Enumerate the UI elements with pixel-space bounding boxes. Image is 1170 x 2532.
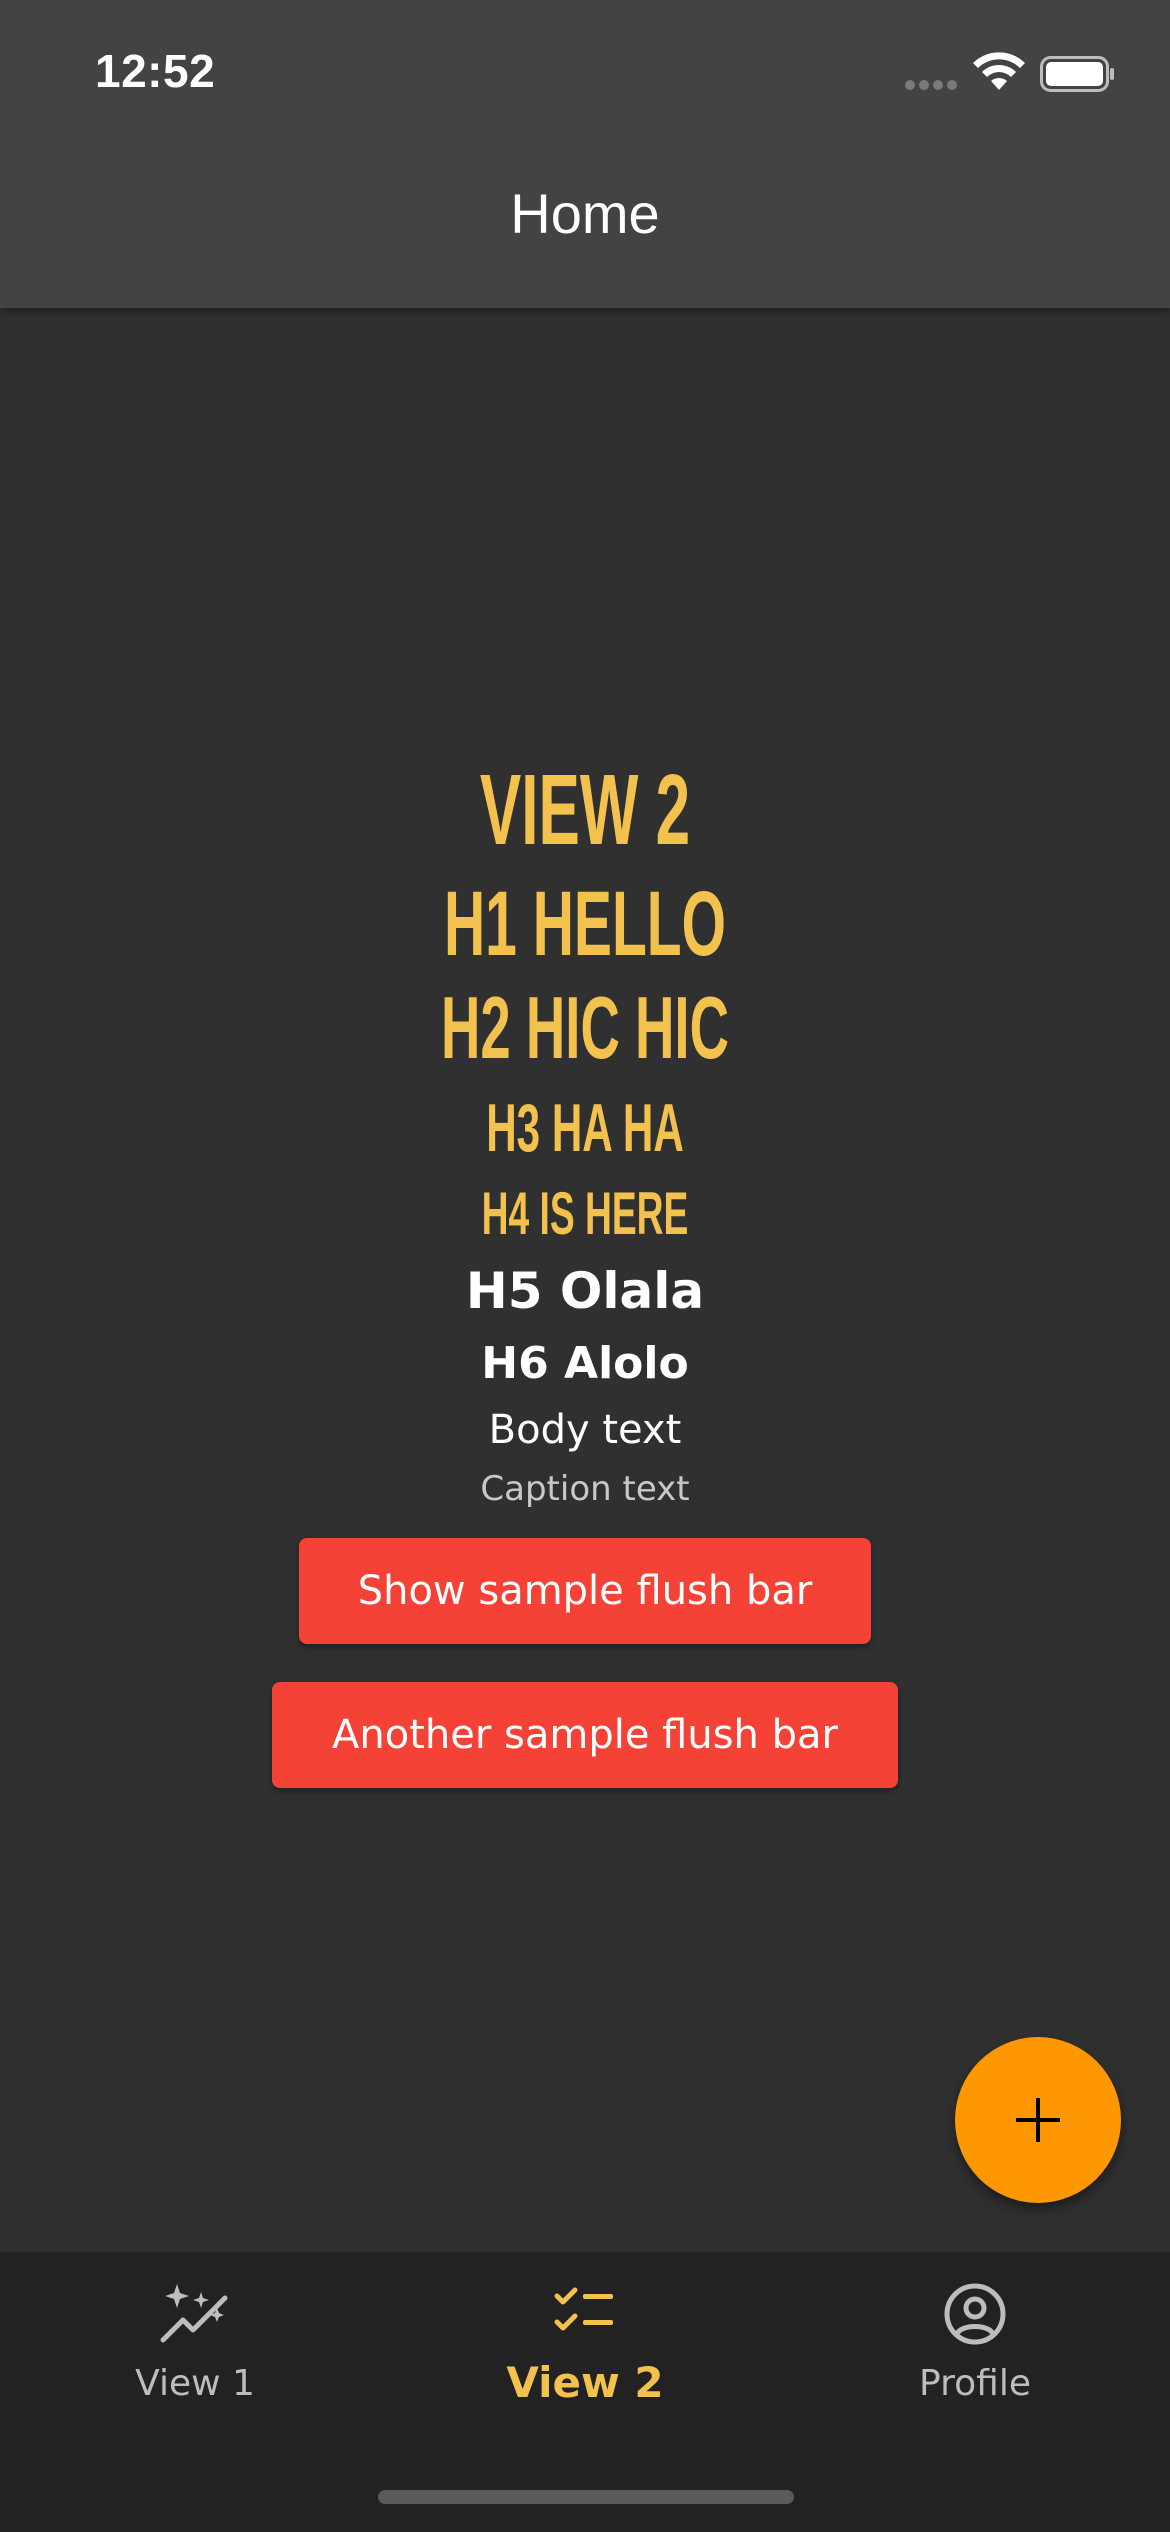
battery-icon bbox=[1040, 56, 1114, 92]
nav-label-view-2: View 2 bbox=[506, 2358, 664, 2407]
account-circle-icon bbox=[944, 2283, 1006, 2345]
typography-showcase: VIEW 2 H1 HELLO H2 HIC HIC H3 HA HA H4 I… bbox=[0, 760, 1170, 1506]
wifi-icon bbox=[973, 52, 1025, 90]
status-time: 12:52 bbox=[95, 45, 216, 97]
nav-item-view-2[interactable]: View 2 bbox=[390, 2252, 780, 2452]
page-title: Home bbox=[510, 182, 660, 245]
caption-text: Caption text bbox=[480, 1469, 690, 1509]
another-sample-flush-bar-button[interactable]: Another sample flush bar bbox=[272, 1682, 898, 1788]
body-text: Body text bbox=[488, 1407, 682, 1453]
checklist-icon bbox=[554, 2287, 613, 2331]
heading-h6: H6 Alolo bbox=[481, 1338, 689, 1389]
heading-h2: H2 HIC HIC bbox=[441, 978, 729, 1077]
nav-item-profile[interactable]: Profile bbox=[780, 2252, 1170, 2452]
nav-label-view-1: View 1 bbox=[135, 2363, 255, 2404]
heading-h4: H4 IS HERE bbox=[481, 1180, 689, 1247]
screen: 12:52 Home VIEW 2 H1 HELLO H2 HIC HIC H3… bbox=[0, 0, 1170, 2532]
view-title: VIEW 2 bbox=[479, 754, 691, 866]
plus-icon bbox=[1016, 2098, 1060, 2142]
nav-label-profile: Profile bbox=[919, 2363, 1031, 2404]
show-sample-flush-bar-button[interactable]: Show sample flush bar bbox=[299, 1538, 871, 1644]
home-indicator bbox=[378, 2490, 794, 2504]
sparkles-chart-icon bbox=[160, 2284, 228, 2343]
cellular-signal-icon bbox=[905, 80, 957, 90]
app-bar: 12:52 Home bbox=[0, 0, 1170, 308]
heading-h1: H1 HELLO bbox=[443, 873, 727, 975]
nav-item-view-1[interactable]: View 1 bbox=[0, 2252, 390, 2452]
heading-h5: H5 Olala bbox=[465, 1262, 705, 1320]
heading-h3: H3 HA HA bbox=[486, 1090, 684, 1166]
add-fab-button[interactable] bbox=[955, 2037, 1121, 2203]
